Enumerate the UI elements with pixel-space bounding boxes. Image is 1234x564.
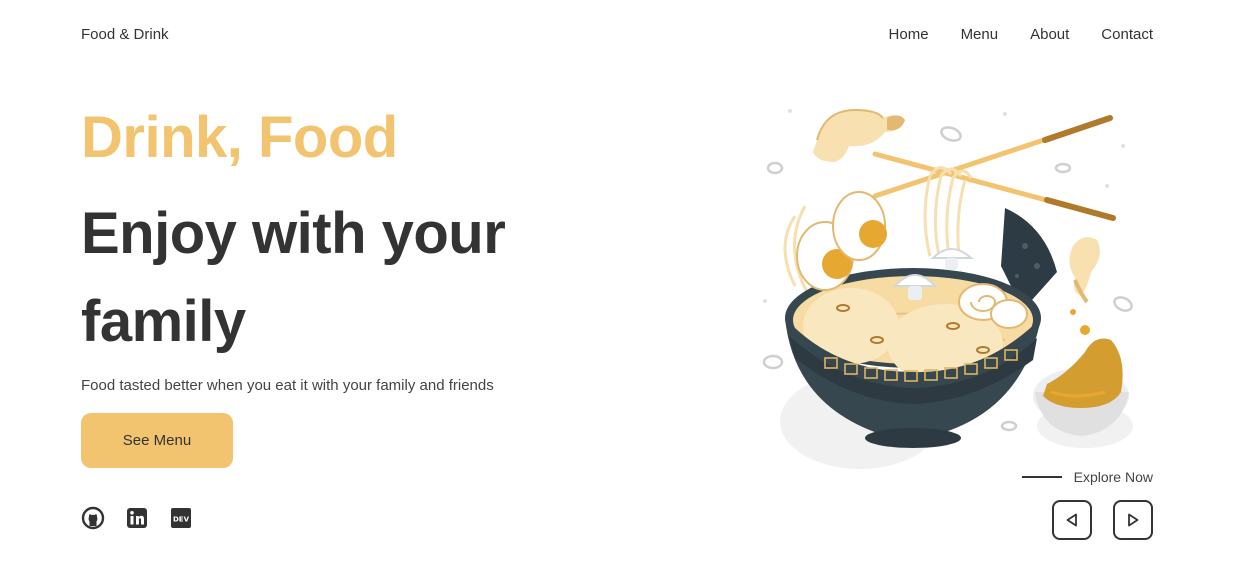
nav-about[interactable]: About [1030, 26, 1069, 43]
ramen-bowl-illustration [755, 96, 1145, 476]
triangle-left-icon [1066, 513, 1077, 527]
previous-button[interactable] [1052, 500, 1092, 540]
github-icon[interactable] [81, 506, 105, 530]
dev-icon[interactable]: DEV [169, 506, 193, 530]
explore-divider [1021, 476, 1062, 478]
triangle-right-icon [1128, 513, 1139, 527]
carousel-controls [1052, 500, 1153, 540]
next-button[interactable] [1113, 500, 1153, 540]
social-links: DEV [81, 506, 193, 530]
see-menu-button[interactable]: See Menu [81, 413, 233, 468]
hero-accent-heading: Drink, Food [81, 105, 398, 170]
nav-home[interactable]: Home [889, 26, 929, 43]
nav-menu[interactable]: Menu [961, 26, 999, 43]
brand-logo[interactable]: Food & Drink [81, 26, 169, 43]
hero-subtitle: Food tasted better when you eat it with … [81, 377, 494, 394]
nav-contact[interactable]: Contact [1101, 26, 1153, 43]
svg-text:DEV: DEV [173, 516, 190, 524]
hero-title: Enjoy with your family [81, 201, 506, 354]
linkedin-icon[interactable] [125, 506, 149, 530]
main-nav: Home Menu About Contact [889, 26, 1153, 43]
